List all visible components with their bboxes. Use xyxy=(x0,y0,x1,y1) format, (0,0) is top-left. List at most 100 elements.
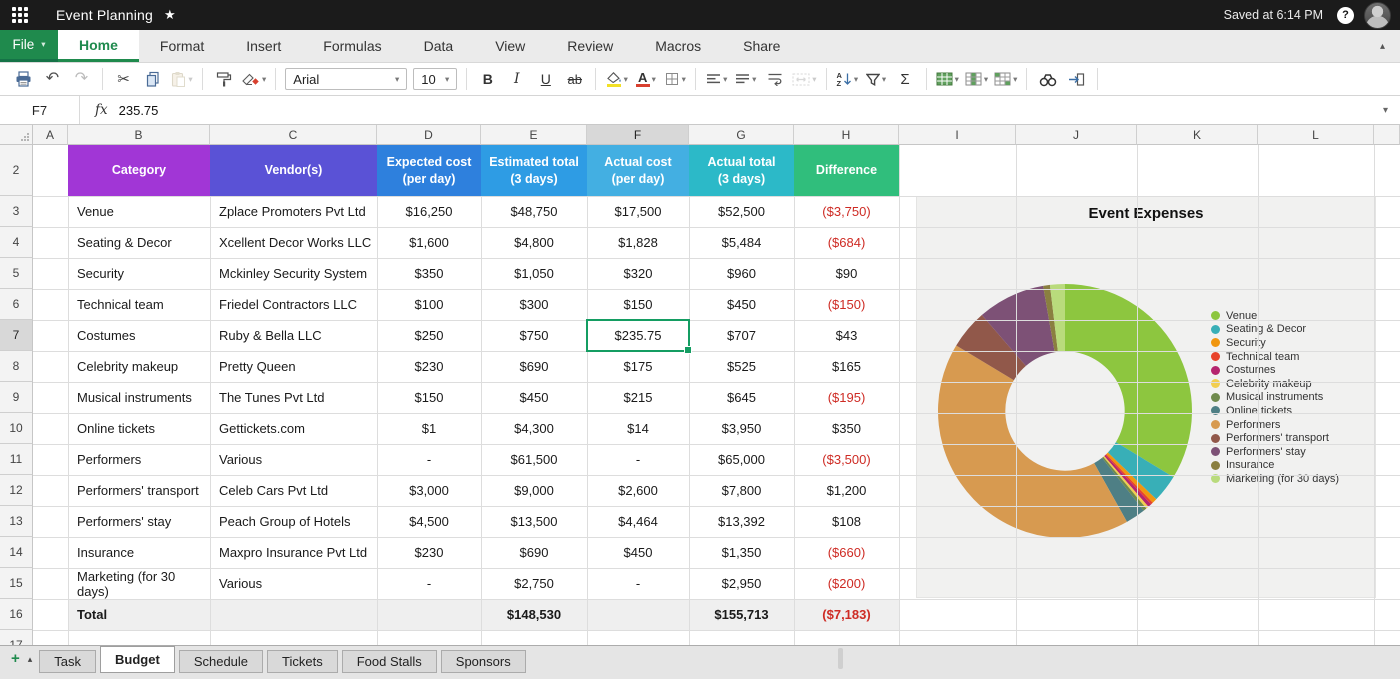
column-header-E[interactable]: E xyxy=(481,125,587,145)
import-button[interactable] xyxy=(1062,66,1091,92)
cell-F9[interactable]: $215 xyxy=(587,382,689,413)
row-header-5[interactable]: 5 xyxy=(0,258,33,289)
sheet-tab-task[interactable]: Task xyxy=(39,650,96,673)
cell-F12[interactable]: $2,600 xyxy=(587,475,689,506)
cell-H12[interactable]: $1,200 xyxy=(794,475,899,506)
copy-button[interactable] xyxy=(138,66,167,92)
cell-G5[interactable]: $960 xyxy=(689,258,794,289)
app-launcher-grid-icon[interactable] xyxy=(12,7,28,23)
cell-D15[interactable]: - xyxy=(377,568,481,599)
row-header-16[interactable]: 16 xyxy=(0,599,33,630)
sheet-tab-budget[interactable]: Budget xyxy=(100,646,175,673)
cell-G4[interactable]: $5,484 xyxy=(689,227,794,258)
text-wrap-button[interactable] xyxy=(760,66,789,92)
cell-D4[interactable]: $1,600 xyxy=(377,227,481,258)
cell-E5[interactable]: $1,050 xyxy=(481,258,587,289)
cell-C6[interactable]: Friedel Contractors LLC xyxy=(210,289,377,320)
cell-B14[interactable]: Insurance xyxy=(68,537,210,568)
sort-button[interactable]: AZ▾ xyxy=(833,66,862,92)
menu-item-view[interactable]: View xyxy=(474,30,546,62)
cell-H4[interactable]: ($684) xyxy=(794,227,899,258)
cell-F13[interactable]: $4,464 xyxy=(587,506,689,537)
row-header-8[interactable]: 8 xyxy=(0,351,33,382)
row-header-14[interactable]: 14 xyxy=(0,537,33,568)
clear-format-button[interactable]: ▾ xyxy=(238,66,269,92)
cell-D8[interactable]: $230 xyxy=(377,351,481,382)
row-header-6[interactable]: 6 xyxy=(0,289,33,320)
cell-C9[interactable]: The Tunes Pvt Ltd xyxy=(210,382,377,413)
donut-slice-venue[interactable] xyxy=(1065,284,1192,477)
cell-B9[interactable]: Musical instruments xyxy=(68,382,210,413)
cell-F3[interactable]: $17,500 xyxy=(587,196,689,227)
cell-E9[interactable]: $450 xyxy=(481,382,587,413)
menu-item-review[interactable]: Review xyxy=(546,30,634,62)
cell-G14[interactable]: $1,350 xyxy=(689,537,794,568)
column-header-B[interactable]: B xyxy=(68,125,210,145)
font-family-select[interactable]: Arial▾ xyxy=(285,68,407,90)
cell-E3[interactable]: $48,750 xyxy=(481,196,587,227)
column-header-I[interactable]: I xyxy=(899,125,1016,145)
insert-cells-button[interactable]: ▾ xyxy=(991,66,1020,92)
cell-C3[interactable]: Zplace Promoters Pvt Ltd xyxy=(210,196,377,227)
filter-button[interactable]: ▾ xyxy=(862,66,891,92)
cell-H7[interactable]: $43 xyxy=(794,320,899,351)
menu-item-formulas[interactable]: Formulas xyxy=(302,30,402,62)
cell-C4[interactable]: Xcellent Decor Works LLC xyxy=(210,227,377,258)
cell-C12[interactable]: Celeb Cars Pvt Ltd xyxy=(210,475,377,506)
cell-E11[interactable]: $61,500 xyxy=(481,444,587,475)
file-menu-button[interactable]: File▾ xyxy=(0,30,58,62)
cell-F5[interactable]: $320 xyxy=(587,258,689,289)
cell-B13[interactable]: Performers' stay xyxy=(68,506,210,537)
row-header-9[interactable]: 9 xyxy=(0,382,33,413)
cell-E7[interactable]: $750 xyxy=(481,320,587,351)
undo-button[interactable]: ↶ xyxy=(38,66,67,92)
cell-G11[interactable]: $65,000 xyxy=(689,444,794,475)
row-header-7[interactable]: 7 xyxy=(0,320,33,351)
cell-C5[interactable]: Mckinley Security System xyxy=(210,258,377,289)
cell-B8[interactable]: Celebrity makeup xyxy=(68,351,210,382)
column-header-L[interactable]: L xyxy=(1258,125,1374,145)
cell-G10[interactable]: $3,950 xyxy=(689,413,794,444)
row-header-12[interactable]: 12 xyxy=(0,475,33,506)
row-header-10[interactable]: 10 xyxy=(0,413,33,444)
column-header-J[interactable]: J xyxy=(1016,125,1137,145)
cell-B12[interactable]: Performers' transport xyxy=(68,475,210,506)
cell-C10[interactable]: Gettickets.com xyxy=(210,413,377,444)
cell-B16[interactable]: Total xyxy=(68,599,210,630)
cell-E8[interactable]: $690 xyxy=(481,351,587,382)
cell-E12[interactable]: $9,000 xyxy=(481,475,587,506)
print-button[interactable] xyxy=(9,66,38,92)
cell-E10[interactable]: $4,300 xyxy=(481,413,587,444)
cell-G7[interactable]: $707 xyxy=(689,320,794,351)
help-icon[interactable]: ? xyxy=(1337,7,1354,24)
menu-item-data[interactable]: Data xyxy=(403,30,475,62)
cell-H15[interactable]: ($200) xyxy=(794,568,899,599)
cell-H6[interactable]: ($150) xyxy=(794,289,899,320)
bold-button[interactable]: B xyxy=(473,66,502,92)
cell-D14[interactable]: $230 xyxy=(377,537,481,568)
cell-G12[interactable]: $7,800 xyxy=(689,475,794,506)
cell-F14[interactable]: $450 xyxy=(587,537,689,568)
cell-B6[interactable]: Technical team xyxy=(68,289,210,320)
font-color-button[interactable]: A▾ xyxy=(631,66,660,92)
column-header-C[interactable]: C xyxy=(210,125,377,145)
scrollbar-handle[interactable] xyxy=(838,648,843,669)
cell-E13[interactable]: $13,500 xyxy=(481,506,587,537)
row-header-17[interactable]: 17 xyxy=(0,630,33,645)
favorite-star-icon[interactable]: ★ xyxy=(164,7,176,23)
cell-C7[interactable]: Ruby & Bella LLC xyxy=(210,320,377,351)
cell-C11[interactable]: Various xyxy=(210,444,377,475)
cell-H10[interactable]: $350 xyxy=(794,413,899,444)
cell-E6[interactable]: $300 xyxy=(481,289,587,320)
cell-B7[interactable]: Costumes xyxy=(68,320,210,351)
cell-G15[interactable]: $2,950 xyxy=(689,568,794,599)
cell-C13[interactable]: Peach Group of Hotels xyxy=(210,506,377,537)
cell-C14[interactable]: Maxpro Insurance Pvt Ltd xyxy=(210,537,377,568)
cell-F15[interactable]: - xyxy=(587,568,689,599)
cell-B10[interactable]: Online tickets xyxy=(68,413,210,444)
row-header-3[interactable]: 3 xyxy=(0,196,33,227)
menu-item-macros[interactable]: Macros xyxy=(634,30,722,62)
sheet-tab-schedule[interactable]: Schedule xyxy=(179,650,263,673)
horizontal-align-button[interactable]: ▾ xyxy=(702,66,731,92)
row-header-2[interactable]: 2 xyxy=(0,145,33,196)
